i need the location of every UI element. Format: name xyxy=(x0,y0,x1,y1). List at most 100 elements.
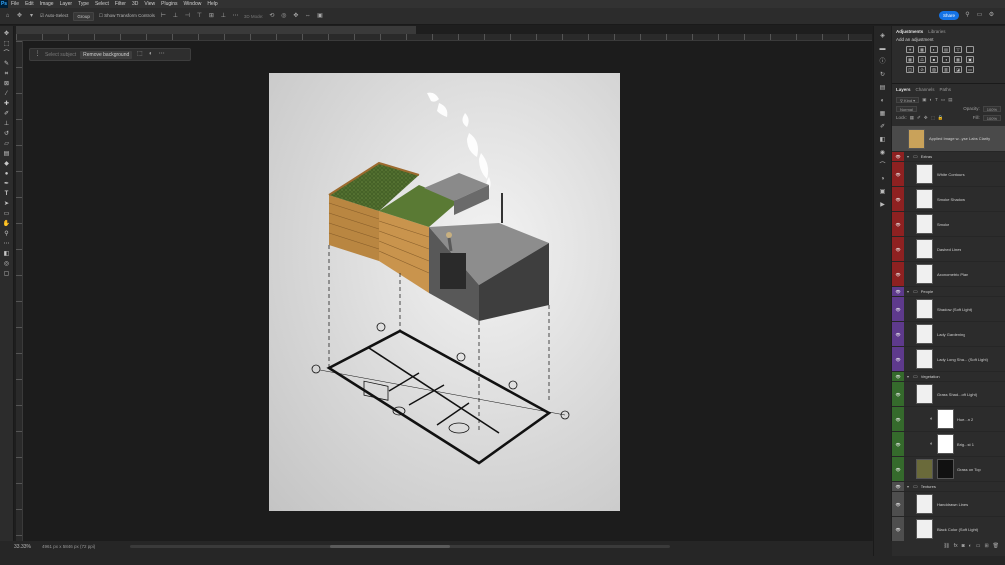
adjustments-icon[interactable]: ◑ xyxy=(879,175,887,183)
camera-3d-icon[interactable]: ▣ xyxy=(316,13,323,20)
show-transform-checkbox[interactable]: ☐ Show Transform Controls xyxy=(99,13,155,19)
layer-group-row[interactable]: 👁 ▾ ▭ Extras xyxy=(892,152,1005,162)
layer-row[interactable]: 👁 ◐ Hue...n 2 xyxy=(892,407,1005,432)
filter-type-icon[interactable]: T xyxy=(935,97,938,102)
layer-mask-thumbnail[interactable] xyxy=(937,459,954,479)
document-artboard[interactable] xyxy=(269,73,620,511)
group-expand-icon[interactable]: ▾ xyxy=(907,154,909,159)
filter-pixel-icon[interactable]: ▣ xyxy=(922,97,926,103)
layer-thumbnail[interactable] xyxy=(916,494,933,514)
layer-name[interactable]: Lady Long Sha... (Soft Light) xyxy=(937,357,988,362)
layer-row[interactable]: 👁 ◐ Brig...st 1 xyxy=(892,432,1005,457)
visibility-eye-icon[interactable]: 👁 xyxy=(892,322,904,346)
layer-name[interactable]: Extras xyxy=(921,154,932,159)
align-left-icon[interactable]: ⊢ xyxy=(160,13,167,20)
libraries-icon[interactable]: ▣ xyxy=(879,188,887,196)
layer-row[interactable]: 👁 Axonometric Plan xyxy=(892,262,1005,287)
lock-artboard-icon[interactable]: ⬚ xyxy=(931,115,935,121)
menu-item-help[interactable]: Help xyxy=(204,0,220,8)
menu-item-3d[interactable]: 3D xyxy=(129,0,141,8)
layer-name[interactable]: Black Color (Soft Light) xyxy=(937,527,978,532)
layer-group-row[interactable]: 👁 ▾ ▭ People xyxy=(892,287,1005,297)
tab-paths[interactable]: Paths xyxy=(940,87,952,92)
history-icon[interactable]: ↻ xyxy=(879,71,887,79)
roll-3d-icon[interactable]: ◎ xyxy=(280,13,287,20)
layer-thumbnail[interactable] xyxy=(908,128,925,149)
layer-name[interactable]: Dashed Lines xyxy=(937,247,961,252)
lock-pixels-icon[interactable]: ▦ xyxy=(910,115,914,121)
layer-thumbnail[interactable] xyxy=(916,299,933,319)
brush-tool-icon[interactable]: ✐ xyxy=(2,110,11,118)
pen-tool-icon[interactable]: ✒ xyxy=(2,180,11,188)
visibility-eye-icon[interactable]: 👁 xyxy=(892,152,904,161)
adjustment-option-icon[interactable]: ▦ xyxy=(918,46,926,53)
horizontal-scrollbar[interactable] xyxy=(130,545,670,548)
menu-item-file[interactable]: File xyxy=(8,0,22,8)
visibility-eye-icon[interactable]: 👁 xyxy=(892,287,904,296)
layer-thumbnail[interactable] xyxy=(916,264,933,284)
quick-mask-icon[interactable]: ◎ xyxy=(2,260,11,268)
layer-row[interactable]: 👁 White Contours xyxy=(892,162,1005,187)
layer-name[interactable]: White Contours xyxy=(937,172,965,177)
menu-item-window[interactable]: Window xyxy=(181,0,205,8)
menu-item-layer[interactable]: Layer xyxy=(57,0,76,8)
layer-thumbnail[interactable] xyxy=(916,519,933,539)
visibility-eye-icon[interactable]: 👁 xyxy=(892,372,904,381)
move-tool-icon[interactable]: ✥ xyxy=(16,13,23,20)
adjustment-option-icon[interactable]: ▽ xyxy=(954,46,962,53)
lasso-tool-icon[interactable]: ⌒ xyxy=(2,50,11,58)
adjustment-option-icon[interactable]: ▦ xyxy=(906,56,914,63)
adjustment-option-icon[interactable]: ▦ xyxy=(954,56,962,63)
layer-name[interactable]: Grass on Top xyxy=(957,467,981,472)
kind-filter-select[interactable]: ⚲ Kind ▾ xyxy=(896,96,920,103)
adjustment-option-icon[interactable]: ☀ xyxy=(906,46,914,53)
blur-tool-icon[interactable]: ◆ xyxy=(2,160,11,168)
history-brush-tool-icon[interactable]: ↺ xyxy=(2,130,11,138)
adjustment-option-icon[interactable]: ◪ xyxy=(954,66,962,73)
type-tool-icon[interactable]: T xyxy=(2,190,11,198)
align-right-icon[interactable]: ⊣ xyxy=(184,13,191,20)
paths-icon[interactable]: ⌒ xyxy=(879,162,887,170)
scrollbar-thumb[interactable] xyxy=(330,545,450,548)
more-icon[interactable]: ⋯ xyxy=(158,51,165,58)
dodge-tool-icon[interactable]: ● xyxy=(2,170,11,178)
visibility-eye-icon[interactable] xyxy=(892,126,904,151)
visibility-eye-icon[interactable]: 👁 xyxy=(892,297,904,321)
delete-layer-icon[interactable]: 🗑 xyxy=(993,543,999,549)
quick-select-tool-icon[interactable]: ✎ xyxy=(2,60,11,68)
visibility-eye-icon[interactable]: 👁 xyxy=(892,212,904,236)
adjustment-option-icon[interactable]: ▨ xyxy=(930,66,938,73)
visibility-eye-icon[interactable]: 👁 xyxy=(892,382,904,406)
adjustment-option-icon[interactable]: ⊘ xyxy=(918,66,926,73)
fx-icon[interactable]: fx xyxy=(954,543,958,549)
layer-thumbnail[interactable] xyxy=(916,189,933,209)
properties-icon[interactable]: ▤ xyxy=(879,84,887,92)
settings-icon[interactable]: ⚙ xyxy=(988,12,995,19)
visibility-eye-icon[interactable]: 👁 xyxy=(892,432,904,456)
layer-mask-thumbnail[interactable] xyxy=(937,409,955,429)
new-group-icon[interactable]: ▭ xyxy=(976,543,981,549)
adjustment-option-icon[interactable] xyxy=(966,46,974,53)
layer-thumbnail[interactable] xyxy=(916,459,933,479)
menu-item-type[interactable]: Type xyxy=(75,0,92,8)
eyedropper-tool-icon[interactable]: ⁄ xyxy=(2,90,11,98)
layer-name[interactable]: Brig...st 1 xyxy=(957,442,974,447)
visibility-eye-icon[interactable]: 👁 xyxy=(892,262,904,286)
comments-icon[interactable]: ▬ xyxy=(879,45,887,53)
lock-move-icon[interactable]: ✥ xyxy=(924,115,928,121)
layer-thumbnail[interactable] xyxy=(916,164,933,184)
brushes-icon[interactable]: ✐ xyxy=(879,123,887,131)
link-layers-icon[interactable]: ⛓ xyxy=(943,543,949,549)
visibility-eye-icon[interactable]: 👁 xyxy=(892,492,904,516)
fill-input[interactable]: 100% xyxy=(982,114,1001,121)
layer-name[interactable]: Lady Gardening xyxy=(937,332,965,337)
drag-handle-icon[interactable]: ⋮ xyxy=(34,51,41,58)
pan-3d-icon[interactable]: ✥ xyxy=(292,13,299,20)
filter-smart-icon[interactable]: ▤ xyxy=(948,97,952,103)
align-top-icon[interactable]: ⊤ xyxy=(196,13,203,20)
auto-select-checkbox[interactable]: ☑ Auto-Select xyxy=(40,13,68,19)
actions-icon[interactable]: ▶ xyxy=(879,201,887,209)
layer-group-row[interactable]: 👁 ▾ ▭ Vegetation xyxy=(892,372,1005,382)
layer-thumbnail[interactable] xyxy=(916,349,933,369)
layer-row[interactable]: 👁 Smoke Shadow xyxy=(892,187,1005,212)
